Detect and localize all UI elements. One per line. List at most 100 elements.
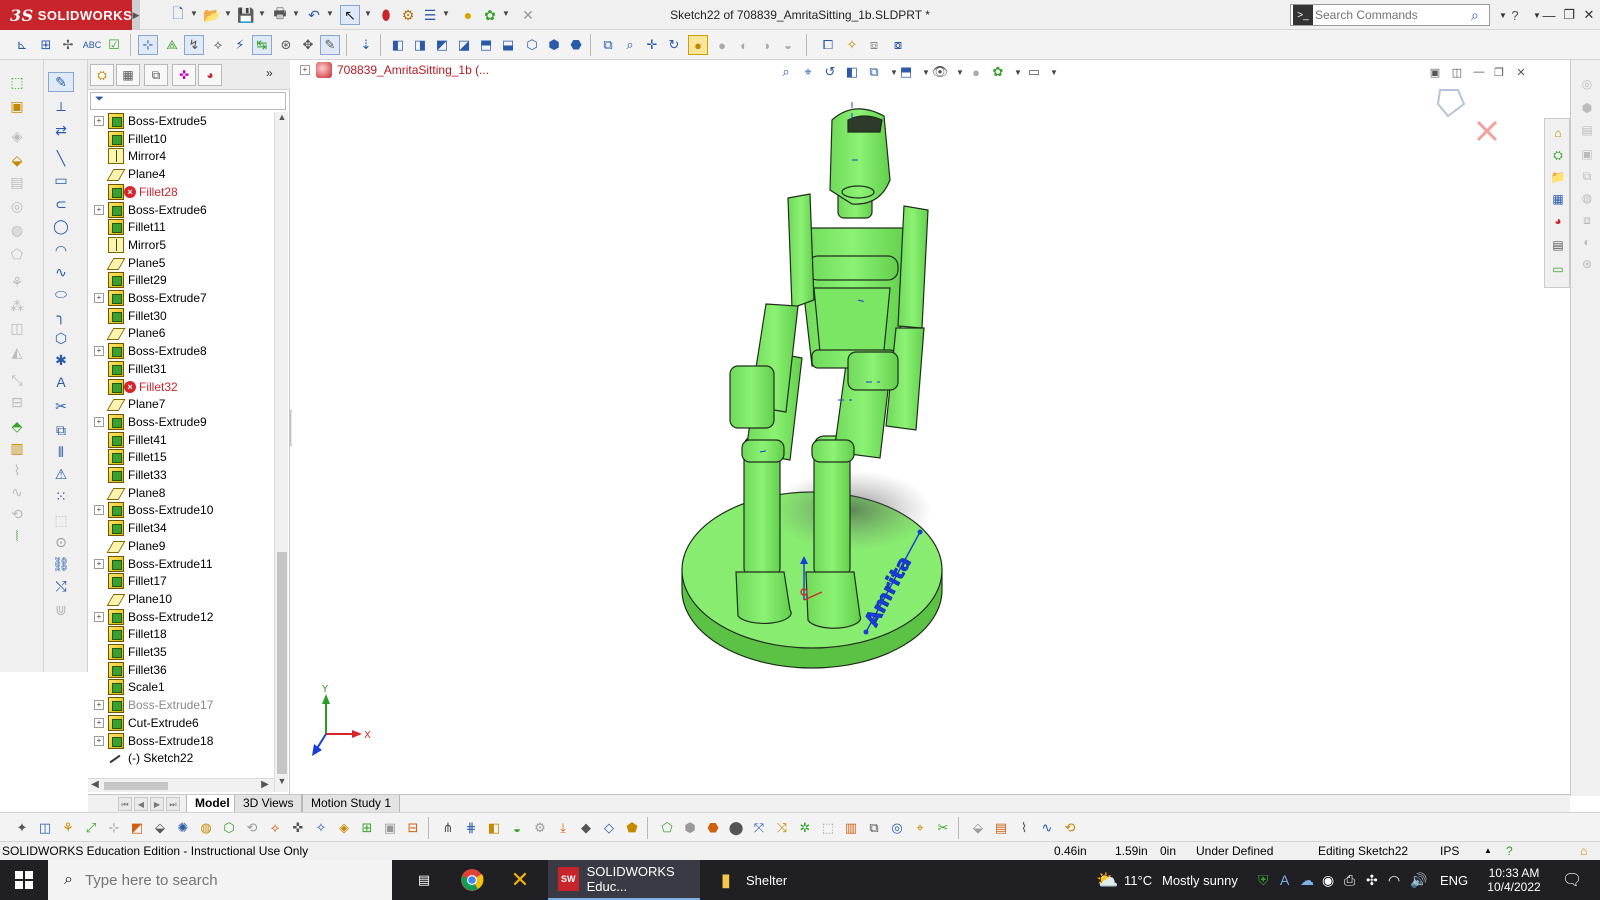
new-document-icon[interactable]: 🗋: [168, 5, 188, 25]
expand-icon[interactable]: +: [94, 204, 104, 215]
check-sketch-icon[interactable]: ☑: [104, 35, 124, 55]
tree-item[interactable]: Plane5: [88, 254, 274, 272]
sketch-picture-icon[interactable]: ⊙: [48, 532, 74, 552]
tree-item[interactable]: (-) Sketch22: [88, 749, 274, 767]
text-icon[interactable]: A: [48, 372, 74, 392]
command-icon[interactable]: ⬙: [150, 819, 170, 837]
view-orientation-icon[interactable]: ⬒: [896, 62, 916, 82]
flex-icon[interactable]: ⬘: [4, 416, 30, 436]
undo-icon[interactable]: ↶: [304, 5, 324, 25]
convert-entities-icon[interactable]: ⇄: [48, 120, 74, 140]
tree-item[interactable]: Plane10: [88, 590, 274, 608]
tree-item[interactable]: + Boss-Extrude12: [88, 608, 274, 626]
curves-icon[interactable]: ⌇: [4, 460, 30, 480]
command-icon[interactable]: ⊞: [357, 819, 377, 837]
linear-pattern-icon[interactable]: ⚠: [48, 464, 74, 484]
viewport-close-icon[interactable]: ✕: [1512, 64, 1530, 80]
pan-icon[interactable]: ✛: [642, 35, 662, 55]
expand-icon[interactable]: +: [94, 116, 104, 126]
dimension-icon[interactable]: ⊾: [12, 35, 32, 55]
command-icon[interactable]: ◎: [887, 819, 907, 837]
sketch-tab-icon[interactable]: ▣: [4, 96, 30, 116]
mirror-entities-icon[interactable]: ⫴: [48, 442, 74, 462]
tree-item[interactable]: Fillet17: [88, 572, 274, 590]
scroll-left-icon[interactable]: ◀: [88, 779, 102, 793]
clock[interactable]: 10:33 AM 10/4/2022: [1478, 860, 1550, 900]
quick-snaps-icon[interactable]: ⟡: [208, 35, 228, 55]
magnet-icon[interactable]: ⋓: [48, 600, 74, 620]
command-icon[interactable]: ⬠: [657, 819, 677, 837]
new-dropdown-icon[interactable]: ▼: [190, 9, 198, 18]
view-settings-dropdown-icon[interactable]: ▼: [1044, 62, 1064, 82]
viewport-minimize-icon[interactable]: —: [1470, 64, 1488, 80]
command-icon[interactable]: ◒: [507, 819, 527, 837]
scene-dropdown-icon[interactable]: ▼: [502, 9, 510, 18]
view-trimetric-icon[interactable]: ⬢: [544, 35, 564, 55]
command-icon[interactable]: ✜: [288, 819, 308, 837]
features-tab-icon[interactable]: ⬚: [4, 72, 30, 92]
viewport-tile-icon[interactable]: ▣: [1426, 64, 1444, 80]
command-icon[interactable]: ⚙: [530, 819, 550, 837]
tree-item[interactable]: Fillet15: [88, 448, 274, 466]
previous-view-icon[interactable]: ↺: [820, 62, 840, 82]
render-tab-icon[interactable]: ⁂: [4, 296, 30, 316]
volume-icon[interactable]: 🔊: [1410, 860, 1427, 900]
view-left-icon[interactable]: ◩: [432, 35, 452, 55]
chrome-icon[interactable]: [448, 860, 496, 900]
command-icon[interactable]: ✧: [311, 819, 331, 837]
tree-item[interactable]: + Boss-Extrude10: [88, 501, 274, 519]
command-icon[interactable]: ⤢: [81, 819, 101, 837]
tree-item[interactable]: + Boss-Extrude5: [88, 112, 274, 130]
expand-icon[interactable]: +: [94, 611, 104, 622]
help-icon[interactable]: ?: [1504, 5, 1526, 25]
view-bottom-icon[interactable]: ⬓: [498, 35, 518, 55]
intersect-icon[interactable]: ⦚: [4, 526, 30, 546]
view-palette-icon[interactable]: ▣: [1577, 144, 1597, 164]
zoom-to-fit-icon[interactable]: ⌕: [776, 62, 796, 82]
move-entities-icon[interactable]: ✥: [298, 35, 318, 55]
sketch-mode-icon[interactable]: ✎: [320, 35, 340, 55]
expand-icon[interactable]: +: [94, 505, 104, 516]
arc-icon[interactable]: ◠: [48, 240, 74, 260]
ellipse-icon[interactable]: ⬭: [48, 284, 74, 304]
smart-dim-icon[interactable]: ✢: [58, 35, 78, 55]
instant2d-icon[interactable]: ↹: [252, 35, 272, 55]
view-isometric-icon[interactable]: ⬡: [522, 35, 542, 55]
undo-dropdown-icon[interactable]: ▼: [326, 9, 334, 18]
circle-icon[interactable]: ◯: [48, 216, 74, 236]
command-icon[interactable]: ∿: [1037, 819, 1057, 837]
line-icon[interactable]: ╲: [48, 148, 74, 168]
instant3d-icon[interactable]: ∿: [4, 482, 30, 502]
command-icon[interactable]: ▣: [380, 819, 400, 837]
language-indicator[interactable]: ENG: [1440, 860, 1468, 900]
inspection-tab-icon[interactable]: ⊟: [4, 392, 30, 412]
units-selector[interactable]: IPS: [1440, 844, 1459, 858]
taskbar-search-box[interactable]: ⌕: [48, 860, 392, 900]
offset-icon[interactable]: ⧉: [48, 420, 74, 440]
command-icon[interactable]: ▥: [841, 819, 861, 837]
traffic-light-icon[interactable]: ⬮: [376, 5, 396, 25]
spline-icon[interactable]: ∿: [48, 262, 74, 282]
weather-desc[interactable]: Mostly sunny: [1162, 860, 1238, 900]
zoom-area-icon[interactable]: ⌖: [798, 62, 818, 82]
command-icon[interactable]: ⌇: [1014, 819, 1034, 837]
trim-icon[interactable]: ✂: [48, 396, 74, 416]
rapid-sketch-icon[interactable]: ⚡: [230, 35, 250, 55]
tree-item[interactable]: + Boss-Extrude18: [88, 732, 274, 750]
command-icon[interactable]: ⧉: [864, 819, 884, 837]
command-icon[interactable]: ▤: [991, 819, 1011, 837]
part-name-label[interactable]: + 708839_AmritaSitting_1b (...: [300, 62, 489, 78]
apply-scene-flower-icon[interactable]: ✿: [988, 62, 1008, 82]
repair-sketch-icon[interactable]: ↯: [184, 35, 204, 55]
command-icon[interactable]: ⋕: [461, 819, 481, 837]
sketch-icon[interactable]: ✎: [48, 72, 74, 92]
polygon-icon[interactable]: ⬡: [48, 328, 74, 348]
last-tab-icon[interactable]: ⏭: [166, 797, 180, 811]
shaded-contours-icon[interactable]: ⊛: [276, 35, 296, 55]
command-icon[interactable]: ⤧: [749, 819, 769, 837]
command-icon[interactable]: ◆: [576, 819, 596, 837]
smart-dimension-icon[interactable]: ⟂: [48, 96, 74, 116]
tree-item[interactable]: Fillet30: [88, 307, 274, 325]
command-icon[interactable]: ⬟: [622, 819, 642, 837]
scroll-up-icon[interactable]: ▲: [275, 112, 289, 126]
